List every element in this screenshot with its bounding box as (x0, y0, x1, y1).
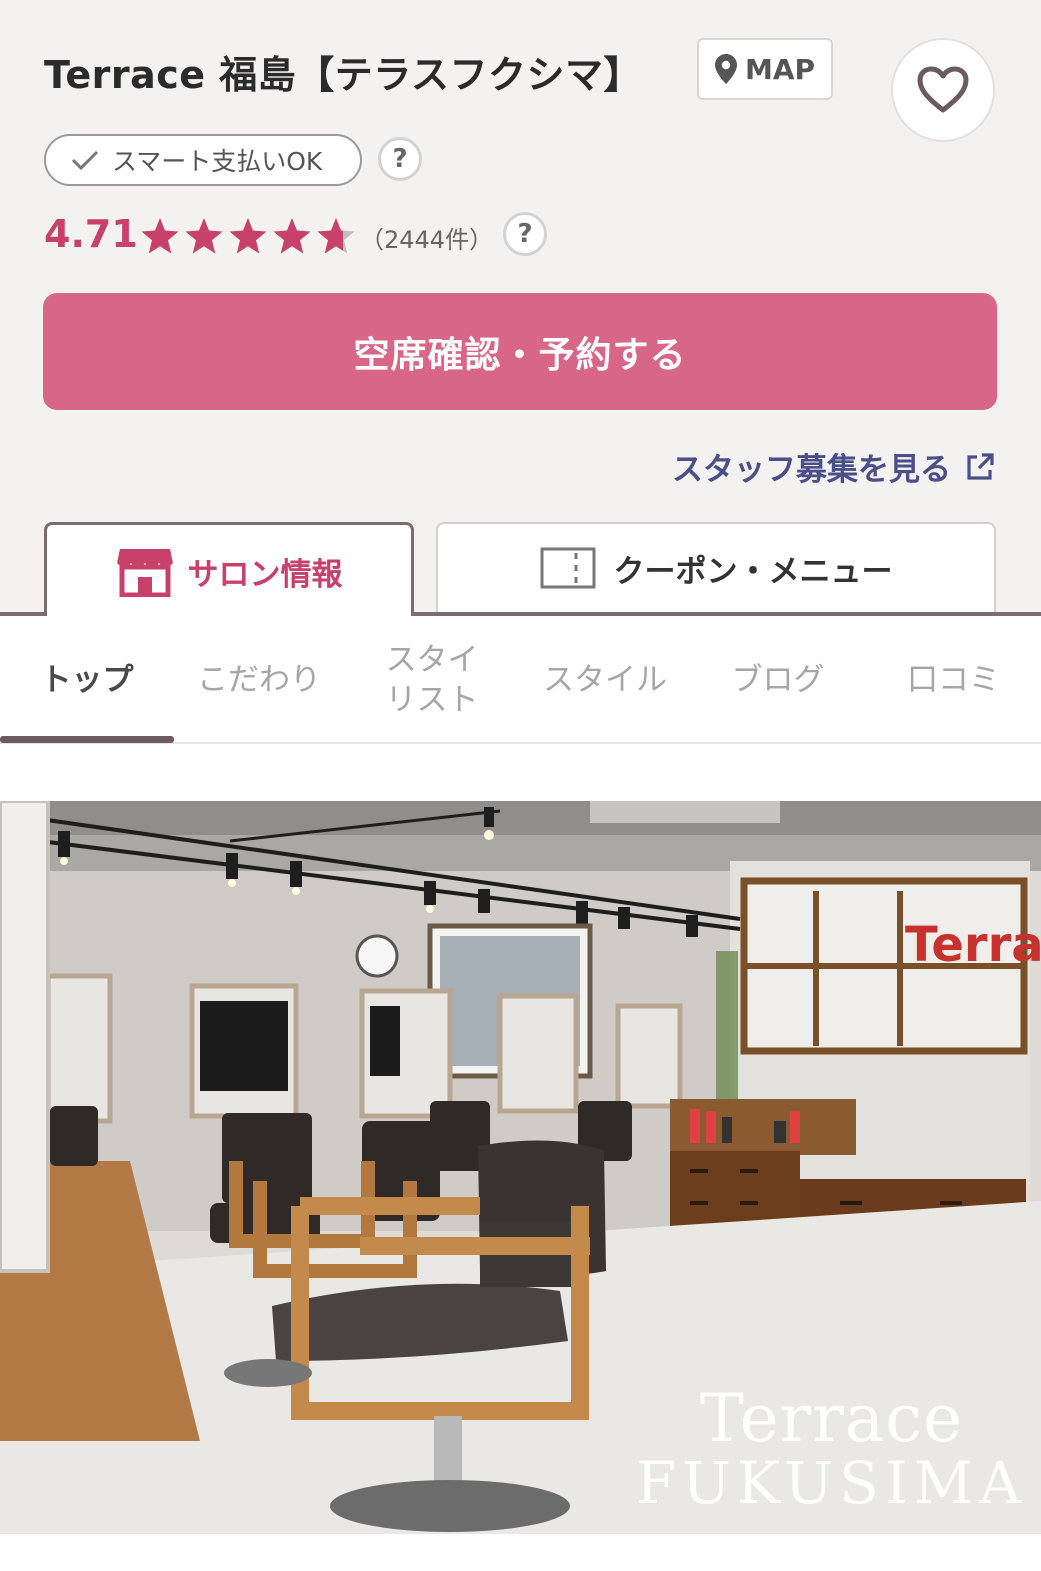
main-tabs: サロン情報 クーポン・メニュー (0, 520, 1041, 620)
subnav-top-label: トップ (40, 661, 134, 698)
subnav-top[interactable]: トップ (0, 616, 174, 744)
star-icon (141, 218, 179, 254)
rating-help-button[interactable]: ? (503, 212, 547, 256)
heart-icon (917, 66, 969, 113)
rating-value: 4.71 (44, 212, 138, 256)
subnav-stylist-label-line1: スタイ (385, 641, 479, 678)
star-icon (185, 218, 223, 254)
star-icon (273, 218, 311, 254)
half-star-icon (317, 218, 355, 254)
map-button[interactable]: MAP (697, 38, 833, 100)
subnav-reviews[interactable]: 口コミ (866, 616, 1041, 744)
salon-photo[interactable]: Terrace (0, 801, 1041, 1534)
check-icon (71, 150, 99, 171)
subnav-blog[interactable]: ブログ (690, 616, 866, 744)
subnav-kodawari[interactable]: こだわり (174, 616, 344, 744)
smart-pay-badge: スマート支払いOK (44, 134, 362, 186)
tab-salon-info-label: サロン情報 (187, 557, 343, 593)
review-count: （2444件） (360, 226, 494, 254)
photo-watermark: Terrace FUKUSIMA (636, 1384, 1027, 1514)
subnav-stylist-label-line2: リスト (385, 682, 479, 718)
watermark-line2: FUKUSIMA (635, 1449, 1027, 1518)
favorite-button[interactable] (891, 38, 995, 142)
subnav-style[interactable]: スタイル (520, 616, 690, 744)
subnav-active-indicator (0, 736, 174, 743)
subnav-stylist[interactable]: スタイ リスト (344, 616, 520, 744)
smart-pay-help-button[interactable]: ? (378, 137, 422, 181)
reserve-button[interactable]: 空席確認・予約する (43, 293, 997, 410)
tab-salon-info[interactable]: サロン情報 (44, 522, 414, 618)
shop-icon (116, 548, 173, 597)
map-pin-icon (714, 54, 737, 84)
staff-link-label: スタッフ募集を見る (672, 452, 951, 488)
subnav-kodawari-label: こだわり (197, 661, 321, 698)
staff-recruit-link[interactable]: スタッフ募集を見る (672, 444, 995, 489)
question-icon: ? (517, 219, 533, 249)
question-icon: ? (392, 144, 408, 174)
subnav-blog-label: ブログ (731, 661, 825, 698)
subnav-style-label: スタイル (543, 661, 667, 698)
ticket-icon (540, 547, 595, 589)
subnav-reviews-label: 口コミ (907, 661, 1000, 698)
sign-text: Terrace (905, 917, 1041, 973)
map-label: MAP (744, 52, 816, 86)
salon-name: Terrace 福島【テラスフクシマ】 (44, 53, 643, 97)
watermark-line1: Terrace (699, 1379, 964, 1457)
external-link-icon (967, 452, 994, 480)
star-icon (229, 218, 267, 254)
tab-coupon-menu-label: クーポン・メニュー (613, 553, 893, 590)
smart-pay-label: スマート支払いOK (112, 147, 323, 176)
rating-stars (140, 216, 356, 256)
salon-subnav: トップ こだわり スタイ リスト スタイル ブログ 口コミ (0, 616, 1041, 744)
tab-coupon-menu[interactable]: クーポン・メニュー (436, 522, 996, 612)
